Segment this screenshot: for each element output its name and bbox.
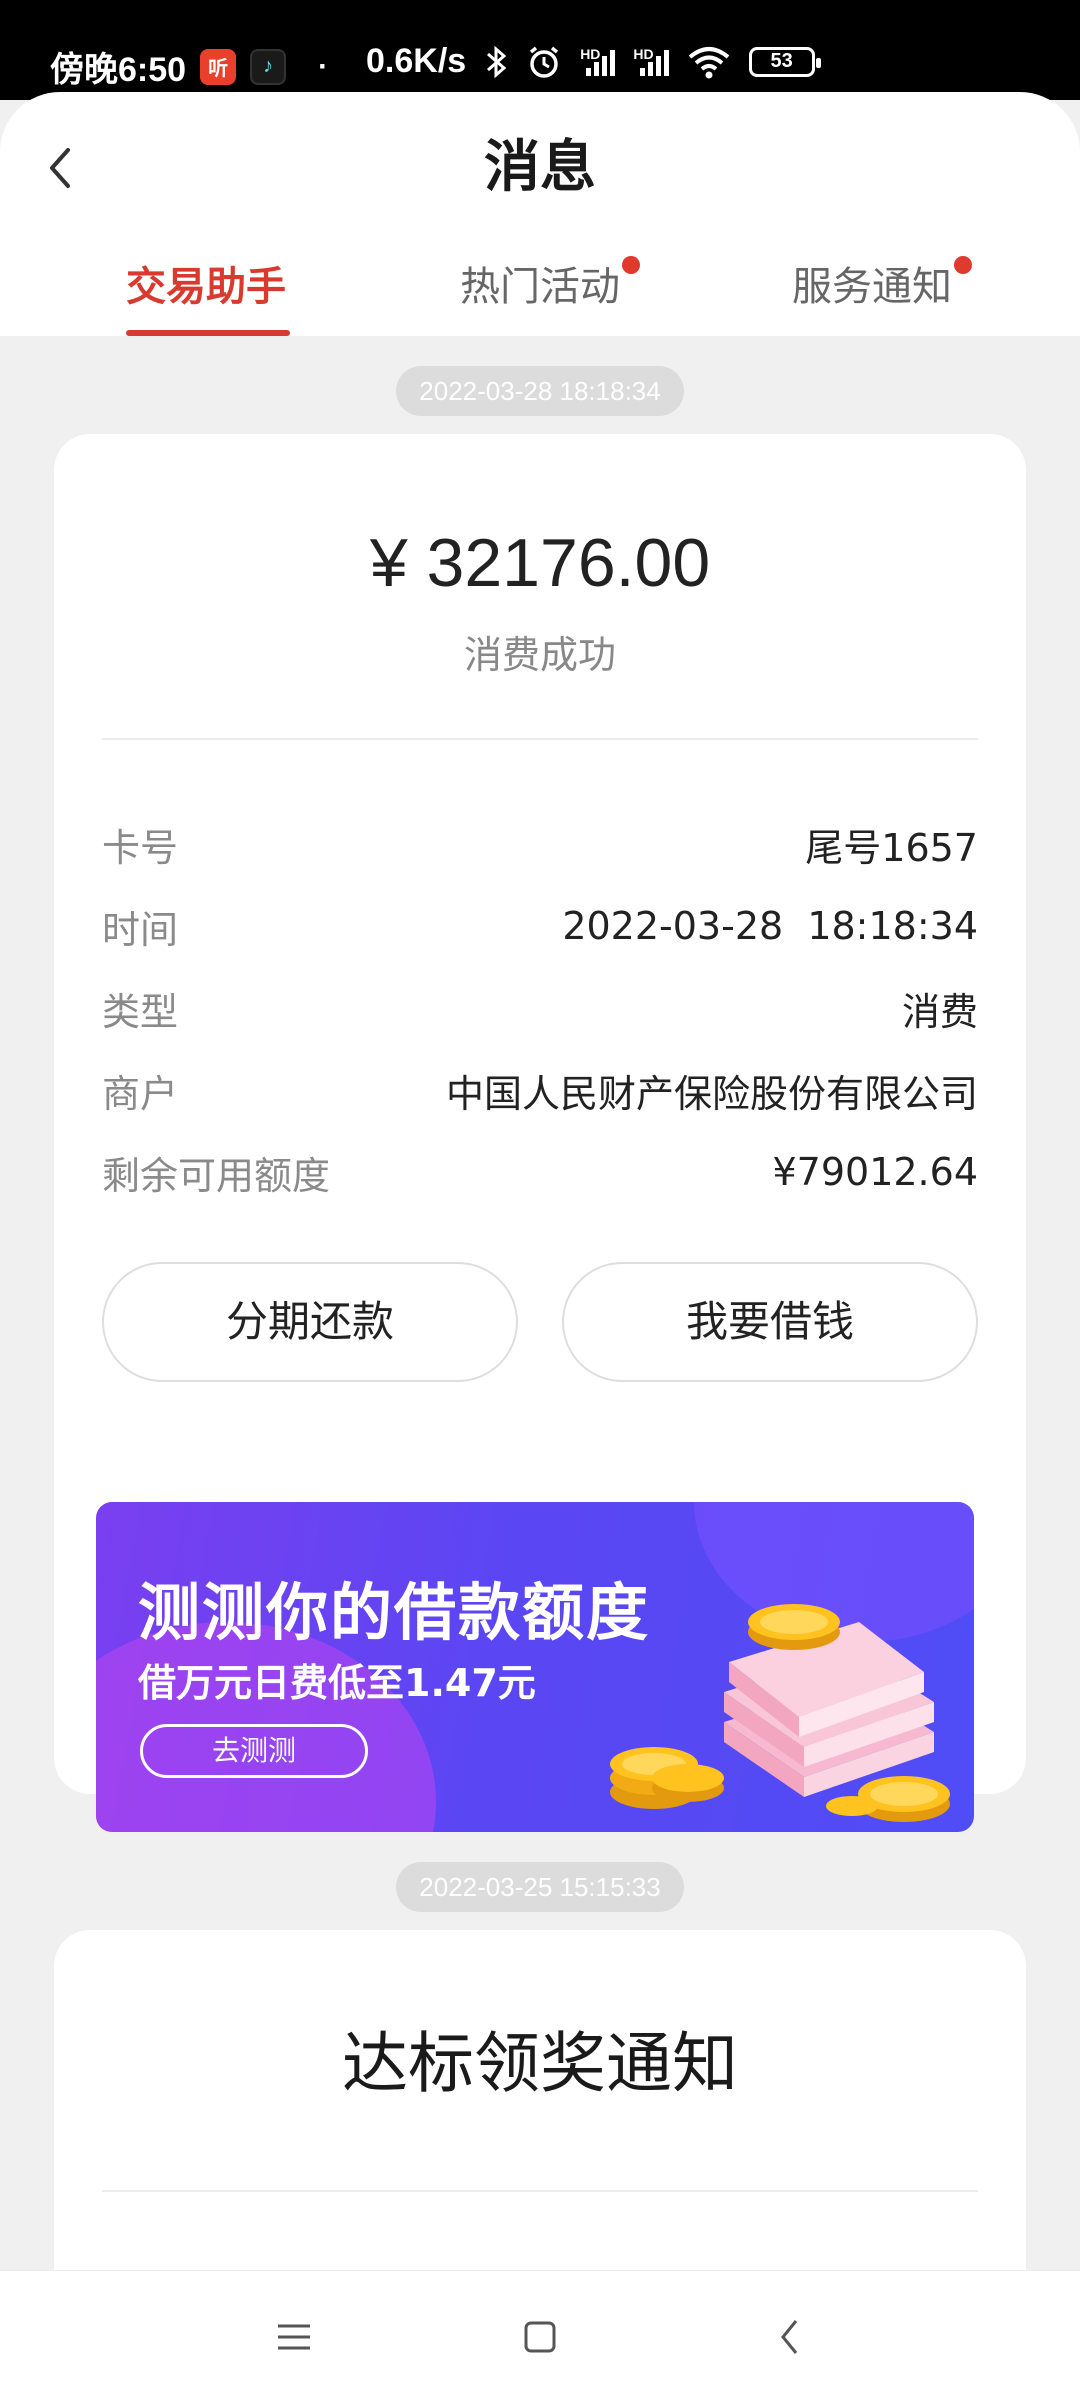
tab-hot-activities-unread-dot <box>622 256 640 274</box>
notification-dot-icon: · <box>318 49 329 83</box>
battery-icon: 53 <box>748 46 821 77</box>
header: 消息 交易助手 热门活动 服务通知 <box>0 92 1080 336</box>
transaction-amount: ¥ 32176.00 <box>369 525 711 601</box>
home-button[interactable] <box>500 2305 580 2369</box>
message-timestamp: 2022-03-28 18:18:34 <box>396 366 684 416</box>
net-speed: 0.6K/s <box>366 42 467 80</box>
menu-icon <box>278 2324 310 2350</box>
page-title: 消息 <box>484 135 596 200</box>
detail-row-card-number: 卡号 尾号1657 <box>102 816 978 872</box>
detail-row-type: 类型 消费 <box>102 980 978 1036</box>
listen-app-icon: 听 <box>200 48 237 85</box>
tab-label: 交易助手 <box>126 264 286 310</box>
detail-value: 2022-03-28 18:18:34 <box>562 904 978 948</box>
detail-row-merchant: 商户 中国人民财产保险股份有限公司 <box>102 1062 978 1118</box>
status-time: 傍晚6:50 <box>50 51 187 89</box>
tab-bar: 交易助手 热门活动 服务通知 <box>0 242 1080 336</box>
menu-button[interactable] <box>254 2305 334 2369</box>
detail-label: 剩余可用额度 <box>102 1153 331 1198</box>
detail-value: 尾号1657 <box>805 825 978 870</box>
detail-label: 类型 <box>102 989 179 1034</box>
transaction-status: 消费成功 <box>463 633 616 677</box>
borrow-money-button[interactable]: 我要借钱 <box>562 1262 978 1382</box>
detail-row-available-credit: 剩余可用额度 ¥79012.64 <box>102 1144 978 1200</box>
detail-row-time: 时间 2022-03-28 18:18:34 <box>102 898 978 954</box>
banner-title: 测测你的借款额度 <box>138 1576 651 1649</box>
status-bar: 傍晚6:50 听 ♪ · 0.6K/s HD HD 53 <box>0 0 1080 100</box>
alarm-icon <box>530 46 559 78</box>
banner-test-button[interactable]: 去测测 <box>140 1724 368 1778</box>
detail-value: 消费 <box>901 989 978 1034</box>
system-nav-bar <box>0 2270 1080 2400</box>
tab-label: 服务通知 <box>792 264 952 310</box>
divider <box>102 738 978 740</box>
banner-subtitle: 借万元日费低至1.47元 <box>138 1661 536 1705</box>
home-square-icon <box>524 2321 556 2353</box>
battery-level: 53 <box>770 50 793 72</box>
divider <box>102 2190 978 2192</box>
loan-promo-banner[interactable]: 测测你的借款额度 借万元日费低至1.47元 去测测 <box>96 1502 974 1832</box>
money-coins-illustration <box>610 1604 950 1822</box>
award-notice-title: 达标领奖通知 <box>342 2025 738 2102</box>
detail-label: 卡号 <box>102 825 179 870</box>
wifi-icon <box>688 46 729 78</box>
tab-transaction-assistant[interactable]: 交易助手 <box>76 242 336 336</box>
signal-1-icon: HD <box>580 46 616 76</box>
message-timestamp: 2022-03-25 15:15:33 <box>396 1862 684 1912</box>
nav-back-button[interactable] <box>750 2305 830 2369</box>
tab-service-notifications-unread-dot <box>954 256 972 274</box>
tab-active-indicator <box>126 330 290 336</box>
chevron-left-icon <box>781 2320 798 2354</box>
signal-2-icon: HD <box>633 46 669 76</box>
detail-label: 时间 <box>102 907 179 952</box>
installment-repay-button[interactable]: 分期还款 <box>102 1262 518 1382</box>
transaction-message-card[interactable]: ¥ 32176.00 消费成功 卡号 尾号1657 时间 2022-03-28 … <box>54 434 1026 1832</box>
detail-label: 商户 <box>102 1071 179 1116</box>
detail-value: 中国人民财产保险股份有限公司 <box>445 1071 978 1116</box>
tab-label: 热门活动 <box>460 264 620 310</box>
tiktok-app-icon: ♪ <box>250 48 287 85</box>
detail-value: ¥79012.64 <box>772 1150 979 1194</box>
bluetooth-icon <box>487 45 507 78</box>
